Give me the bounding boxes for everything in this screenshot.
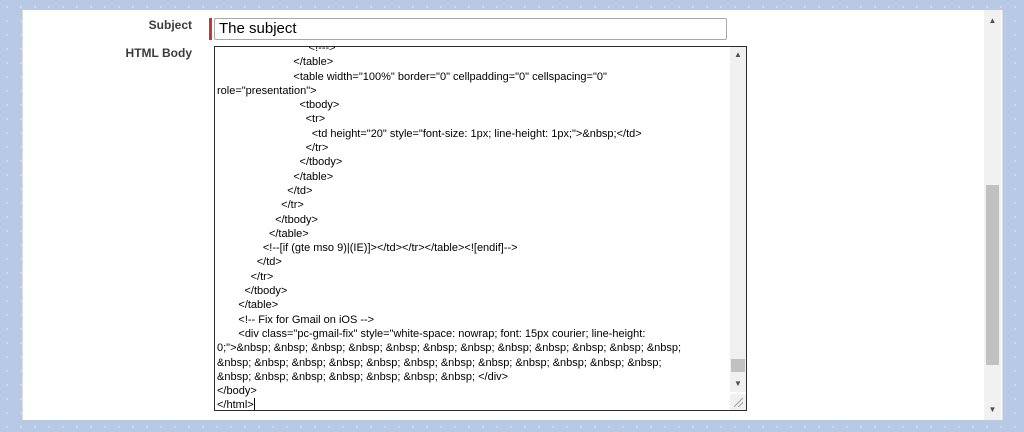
- code-line: </html>: [217, 398, 255, 411]
- code-line: <td height="20" style="font-size: 1px; l…: [217, 127, 642, 140]
- page-scroll-up-icon[interactable]: ▲: [984, 13, 1001, 29]
- code-line: </tr>: [217, 199, 304, 212]
- subject-input[interactable]: [214, 18, 727, 40]
- code-line: </tbody>: [217, 285, 288, 298]
- code-line: </table>: [217, 170, 334, 183]
- code-line: <div class="pc-gmail-fix" style="white-s…: [217, 327, 646, 340]
- code-line: </tbody>: [217, 213, 318, 226]
- code-line: </table>: [217, 56, 334, 69]
- subject-label: Subject: [148, 18, 192, 32]
- required-indicator: [209, 18, 212, 40]
- page-scroll-down-icon[interactable]: ▼: [984, 402, 1001, 418]
- code-line: </tr>: [217, 270, 274, 283]
- code-line: </table>: [217, 227, 309, 240]
- text-cursor: [253, 398, 255, 410]
- code-line: <!-- Fix for Gmail on iOS -->: [217, 313, 375, 326]
- resize-grip-icon[interactable]: [730, 394, 746, 410]
- code-line: </td>: [217, 256, 282, 269]
- scroll-down-icon[interactable]: ▼: [730, 376, 746, 392]
- page-scrollbar[interactable]: ▲ ▼: [984, 10, 1001, 420]
- code-line: </table>: [217, 299, 279, 312]
- code-line: </td>: [217, 184, 313, 197]
- html-body-label: HTML Body: [125, 46, 192, 60]
- code-line: </tbody>: [217, 156, 343, 169]
- code-line: <!--[if (gte mso 9)|(IE)]></td></tr></ta…: [217, 242, 518, 255]
- email-form-panel: Subject HTML Body <!---> </table> <table…: [22, 10, 1003, 420]
- html-body-textarea[interactable]: <!---> </table> <table width="100%" bord…: [214, 46, 747, 411]
- code-line: </body>: [217, 385, 257, 398]
- html-body-content[interactable]: <!---> </table> <table width="100%" bord…: [217, 46, 729, 411]
- code-line: <tr>: [217, 113, 326, 126]
- code-line: <table width="100%" border="0" cellpaddi…: [217, 70, 607, 83]
- code-line: &nbsp; &nbsp; &nbsp; &nbsp; &nbsp; &nbsp…: [217, 356, 662, 369]
- code-line: role="presentation">: [217, 84, 317, 97]
- code-line: &nbsp; &nbsp; &nbsp; &nbsp; &nbsp; &nbsp…: [217, 370, 509, 383]
- scroll-up-icon[interactable]: ▲: [730, 47, 746, 63]
- code-line: <tbody>: [217, 99, 340, 112]
- code-line: 0;">&nbsp; &nbsp; &nbsp; &nbsp; &nbsp; &…: [217, 342, 682, 355]
- textarea-scrollbar[interactable]: ▲ ▼: [730, 47, 746, 392]
- page-scroll-thumb[interactable]: [986, 185, 999, 365]
- textarea-scroll-thumb[interactable]: [731, 359, 745, 372]
- code-line: <!--->: [217, 46, 336, 54]
- code-line: </tr>: [217, 142, 329, 155]
